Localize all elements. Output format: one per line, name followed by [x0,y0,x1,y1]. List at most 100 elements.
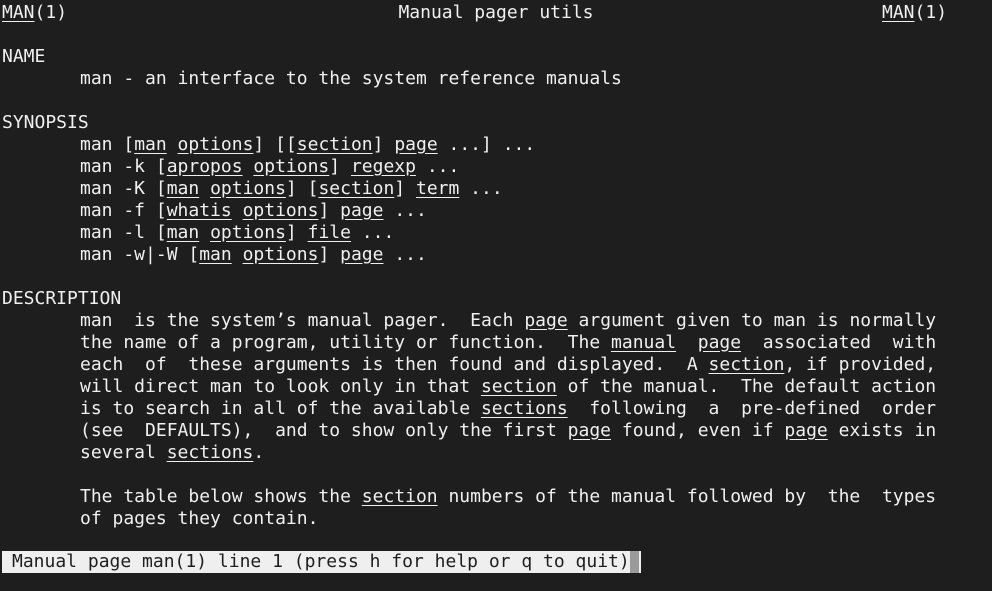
underlined-term: page [567,420,612,441]
underlined-term: sections [166,442,254,463]
underlined-term: section [296,134,373,155]
description-line: the name of a program, utility or functi… [80,332,936,354]
underlined-term: apropos [166,156,243,177]
synopsis-line: man -l [man options] file ... [80,222,394,244]
text-segment: . [253,442,265,463]
text-segment: ... [459,178,503,199]
underlined-term: man [134,134,167,155]
underlined-term: section [318,178,395,199]
underlined-term: term [415,178,460,199]
synopsis-line: man [man options] [[section] page ...] .… [80,134,535,156]
underlined-term: file [307,222,351,243]
text-segment: ] [372,134,395,155]
text-segment: will direct man to look only in that [80,376,481,397]
underlined-term: man [166,222,200,243]
underlined-term: page [340,244,384,265]
underlined-term: whatis [166,200,232,221]
description-line: will direct man to look only in that sec… [80,376,936,398]
text-segment: numbers of the manual followed by the ty… [437,486,937,507]
description-line: several sections. [80,442,264,464]
man-page-terminal[interactable]: MAN(1) Manual pager utils MAN(1) NAME ma… [2,0,990,591]
status-bar: Manual page man(1) line 1 (press h for h… [2,551,641,573]
text-segment: the name of a program, utility or functi… [80,332,612,353]
text-segment: (see DEFAULTS), and to show only the fir… [80,420,568,441]
text-segment: ... [383,200,427,221]
underlined-term: man [166,178,200,199]
text-segment: man -f [ [80,200,167,221]
text-segment: ] [[ [253,134,297,155]
text-segment: each of these arguments is then found an… [80,354,709,375]
text-segment: The table below shows the [80,486,362,507]
description-line: of pages they contain. [80,508,318,530]
text-segment: ... [415,156,460,177]
synopsis-line: man -f [whatis options] page ... [80,200,427,222]
underlined-term: section [708,354,785,375]
underlined-term: options [253,156,330,177]
text-segment: ] [318,200,341,221]
text-segment: man -l [ [80,222,167,243]
text-segment: several [80,442,167,463]
name-heading: NAME [2,46,46,67]
header-right: MAN(1) [882,2,947,24]
underlined-term: page [784,420,828,441]
text-segment: of pages they contain. [80,508,319,529]
text-segment: ...] ... [437,134,536,155]
text-segment: following a pre-defined order [567,398,937,419]
text-segment: man -w|-W [ [80,244,200,265]
text-segment: , if provided, [784,354,937,375]
underlined-term: page [340,200,384,221]
text-segment: ... [350,222,395,243]
header-title: Manual pager utils [398,2,594,23]
text-segment [232,200,243,221]
text-segment [676,332,698,353]
text-segment: man [ [80,134,135,155]
text-segment: man is the system’s manual pager. Each [80,310,525,331]
synopsis-line: man -k [apropos options] regexp ... [80,156,459,178]
underlined-term: options [242,200,319,221]
description-heading: DESCRIPTION [2,288,122,309]
name-description: man - an interface to the system referen… [80,68,622,89]
underlined-term: section [480,376,557,397]
underlined-term: options [210,222,286,243]
underlined-term: sections [480,398,568,419]
text-segment: exists in [827,420,937,441]
text-segment: is to search in all of the available [80,398,481,419]
description-line: is to search in all of the available sec… [80,398,936,420]
underlined-term: options [210,178,286,199]
text-segment [167,134,178,155]
synopsis-line: man -K [man options] [section] term ... [80,178,503,200]
text-segment: man -K [ [80,178,167,199]
underlined-term: regexp [350,156,416,177]
text-segment: man -k [ [80,156,167,177]
description-line: The table below shows the section number… [80,486,936,508]
synopsis-line: man -w|-W [man options] page ... [80,244,427,266]
text-segment: of the manual. The default action [556,376,937,397]
underlined-term: man [199,244,232,265]
underlined-term: options [242,244,319,265]
text-segment [232,244,243,265]
text-segment [199,222,210,243]
text-segment: argument given to man is normally [567,310,937,331]
text-segment [199,178,210,199]
cursor [629,551,639,573]
text-segment: ] [318,244,341,265]
text-segment: associated with [741,332,937,353]
status-text: Manual page man(1) line 1 (press h for h… [12,551,630,572]
header-right-section: (1) [914,2,948,23]
underlined-term: page [524,310,568,331]
text-segment: ... [383,244,427,265]
header-right-name: MAN [882,2,915,23]
description-line: man is the system’s manual pager. Each p… [80,310,936,332]
underlined-term: section [361,486,438,507]
text-segment: ] [394,178,416,199]
underlined-term: manual [611,332,677,353]
underlined-term: options [177,134,254,155]
description-line: (see DEFAULTS), and to show only the fir… [80,420,936,442]
text-segment [243,156,254,177]
underlined-term: page [697,332,742,353]
synopsis-heading: SYNOPSIS [2,112,89,133]
text-segment: found, even if [611,420,785,441]
text-segment: ] [329,156,351,177]
underlined-term: page [394,134,438,155]
text-segment: ] [ [285,178,319,199]
